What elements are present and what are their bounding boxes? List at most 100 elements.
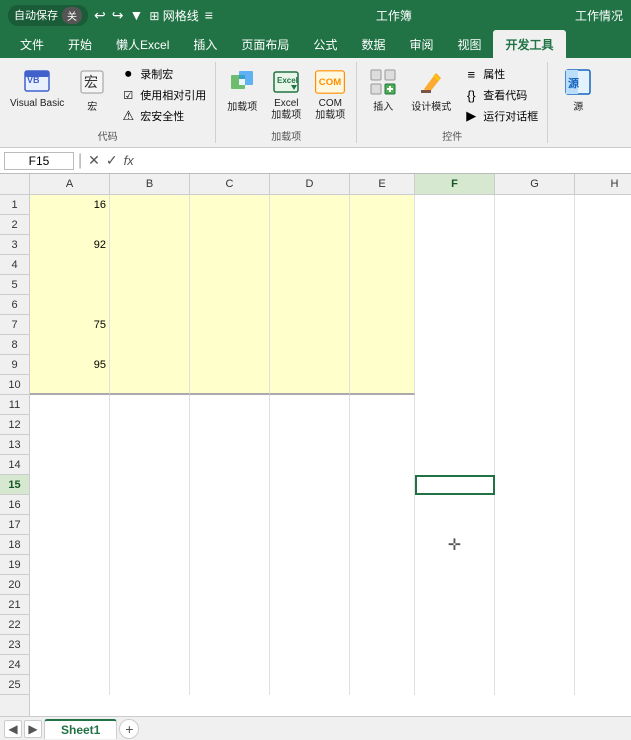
- cell-a2[interactable]: [30, 215, 110, 235]
- row-header-3[interactable]: 3: [0, 235, 29, 255]
- row-header-8[interactable]: 8: [0, 335, 29, 355]
- insert-button[interactable]: 插入: [363, 64, 403, 115]
- cell-f6[interactable]: [415, 295, 495, 315]
- cell-c15[interactable]: [190, 475, 270, 495]
- sheet-nav-right[interactable]: ▶: [24, 720, 42, 738]
- source-button[interactable]: 源 源: [558, 64, 598, 115]
- cell-d10[interactable]: [270, 375, 350, 395]
- tab-home[interactable]: 开始: [56, 30, 104, 58]
- cell-e1[interactable]: [350, 195, 415, 215]
- cell-g4[interactable]: [495, 255, 575, 275]
- cell-f4[interactable]: [415, 255, 495, 275]
- cell-d9[interactable]: [270, 355, 350, 375]
- cell-g14[interactable]: [495, 455, 575, 475]
- sheet-nav-left[interactable]: ◀: [4, 720, 22, 738]
- cell-h3[interactable]: [575, 235, 631, 255]
- cell-b9[interactable]: [110, 355, 190, 375]
- row-header-10[interactable]: 10: [0, 375, 29, 395]
- relative-reference-button[interactable]: ☑ 使用相对引用: [116, 85, 209, 105]
- formula-input[interactable]: [140, 154, 627, 168]
- cancel-formula-button[interactable]: ✕: [86, 152, 102, 169]
- cell-e2[interactable]: [350, 215, 415, 235]
- tab-view[interactable]: 视图: [445, 30, 493, 58]
- row-header-16[interactable]: 16: [0, 495, 29, 515]
- run-dialog-button[interactable]: ▶ 运行对话框: [459, 106, 541, 126]
- cell-h5[interactable]: [575, 275, 631, 295]
- cell-g11[interactable]: [495, 395, 575, 415]
- cell-a1[interactable]: 16: [30, 195, 110, 215]
- cell-a4[interactable]: [30, 255, 110, 275]
- col-header-d[interactable]: D: [270, 174, 350, 194]
- tab-developer[interactable]: 开发工具: [493, 30, 565, 58]
- more-tools-icon[interactable]: ≡: [205, 7, 213, 23]
- cell-h7[interactable]: [575, 315, 631, 335]
- cell-f14[interactable]: [415, 455, 495, 475]
- cell-e11[interactable]: [350, 395, 415, 415]
- cell-e13[interactable]: [350, 435, 415, 455]
- cell-e15[interactable]: [350, 475, 415, 495]
- cell-a6[interactable]: [30, 295, 110, 315]
- cell-d2[interactable]: [270, 215, 350, 235]
- cell-d3[interactable]: [270, 235, 350, 255]
- cell-a8[interactable]: [30, 335, 110, 355]
- row-header-9[interactable]: 9: [0, 355, 29, 375]
- cell-h8[interactable]: [575, 335, 631, 355]
- cell-b13[interactable]: [110, 435, 190, 455]
- cell-h14[interactable]: [575, 455, 631, 475]
- cell-g1[interactable]: [495, 195, 575, 215]
- cell-d6[interactable]: [270, 295, 350, 315]
- row-header-13[interactable]: 13: [0, 435, 29, 455]
- row-header-20[interactable]: 20: [0, 575, 29, 595]
- cell-h11[interactable]: [575, 395, 631, 415]
- cell-g3[interactable]: [495, 235, 575, 255]
- row-header-17[interactable]: 17: [0, 515, 29, 535]
- cell-e4[interactable]: [350, 255, 415, 275]
- cell-c10[interactable]: [190, 375, 270, 395]
- col-header-h[interactable]: H: [575, 174, 631, 194]
- row-header-12[interactable]: 12: [0, 415, 29, 435]
- cell-b4[interactable]: [110, 255, 190, 275]
- cell-g10[interactable]: [495, 375, 575, 395]
- cell-g9[interactable]: [495, 355, 575, 375]
- cell-h15[interactable]: [575, 475, 631, 495]
- cell-d13[interactable]: [270, 435, 350, 455]
- cell-h9[interactable]: [575, 355, 631, 375]
- cell-c6[interactable]: [190, 295, 270, 315]
- cell-e6[interactable]: [350, 295, 415, 315]
- cell-d1[interactable]: [270, 195, 350, 215]
- cell-d8[interactable]: [270, 335, 350, 355]
- col-header-g[interactable]: G: [495, 174, 575, 194]
- window-controls[interactable]: 工作情况: [575, 7, 623, 24]
- cell-a14[interactable]: [30, 455, 110, 475]
- cell-c14[interactable]: [190, 455, 270, 475]
- row-header-5[interactable]: 5: [0, 275, 29, 295]
- cell-d15[interactable]: [270, 475, 350, 495]
- cell-c12[interactable]: [190, 415, 270, 435]
- cell-c4[interactable]: [190, 255, 270, 275]
- col-header-e[interactable]: E: [350, 174, 415, 194]
- cell-b3[interactable]: [110, 235, 190, 255]
- col-header-b[interactable]: B: [110, 174, 190, 194]
- row-header-22[interactable]: 22: [0, 615, 29, 635]
- cell-g2[interactable]: [495, 215, 575, 235]
- cell-f7[interactable]: [415, 315, 495, 335]
- row-header-11[interactable]: 11: [0, 395, 29, 415]
- cell-h2[interactable]: [575, 215, 631, 235]
- tab-review[interactable]: 审阅: [397, 30, 445, 58]
- cell-f2[interactable]: [415, 215, 495, 235]
- cell-a11[interactable]: [30, 395, 110, 415]
- sheet-tab-sheet1[interactable]: Sheet1: [44, 719, 117, 739]
- confirm-formula-button[interactable]: ✓: [104, 152, 120, 169]
- cell-e7[interactable]: [350, 315, 415, 335]
- row-header-1[interactable]: 1: [0, 195, 29, 215]
- tab-data[interactable]: 数据: [349, 30, 397, 58]
- cell-g5[interactable]: [495, 275, 575, 295]
- redo-icon[interactable]: ↪: [112, 7, 124, 24]
- row-header-6[interactable]: 6: [0, 295, 29, 315]
- cell-f9[interactable]: [415, 355, 495, 375]
- cell-d7[interactable]: [270, 315, 350, 335]
- row-header-21[interactable]: 21: [0, 595, 29, 615]
- tab-insert[interactable]: 插入: [181, 30, 229, 58]
- cell-b7[interactable]: [110, 315, 190, 335]
- cell-b8[interactable]: [110, 335, 190, 355]
